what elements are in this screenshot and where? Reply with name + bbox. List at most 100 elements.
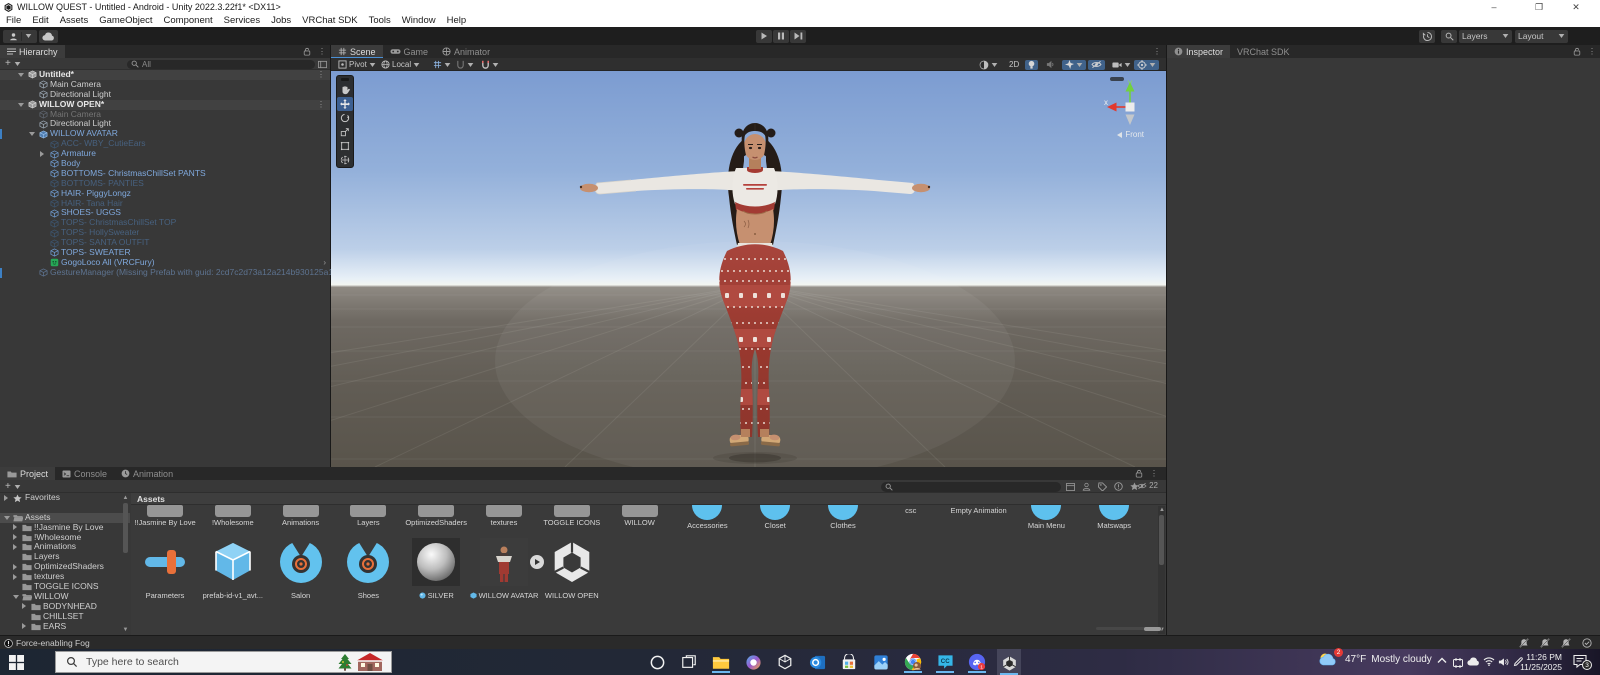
asset-item[interactable]: TOGGLE ICONS bbox=[538, 505, 606, 531]
asset-item[interactable]: Matswaps bbox=[1080, 505, 1148, 531]
hierarchy-row[interactable]: GestureManager (Missing Prefab with guid… bbox=[0, 268, 330, 278]
play-button[interactable] bbox=[756, 30, 772, 43]
asset-item[interactable]: Main Menu bbox=[1012, 505, 1080, 531]
app-chrome[interactable] bbox=[901, 651, 925, 673]
snap-magnet-button[interactable] bbox=[478, 60, 502, 70]
asset-item[interactable]: SILVER bbox=[402, 537, 470, 609]
rect-tool[interactable] bbox=[337, 139, 353, 153]
status-message[interactable]: Force-enabling Fog bbox=[16, 638, 90, 648]
project-tree-row[interactable]: EARS bbox=[0, 622, 130, 632]
cloud-button[interactable] bbox=[39, 30, 58, 43]
project-tree-row[interactable] bbox=[0, 503, 130, 513]
hierarchy-row[interactable]: Armature bbox=[0, 149, 330, 159]
grid-snapping-button[interactable] bbox=[430, 60, 454, 70]
app-closed-captions[interactable]: CC bbox=[933, 651, 957, 673]
mute-2-icon[interactable] bbox=[1540, 638, 1550, 648]
hierarchy-row[interactable]: BOTTOMS- ChristmasChillSet PANTS bbox=[0, 169, 330, 179]
tree-arrow-icon[interactable] bbox=[22, 603, 26, 609]
app-discord[interactable]: 1 bbox=[965, 651, 989, 673]
row-kebab-icon[interactable]: ⋮ bbox=[317, 70, 325, 79]
tree-arrow-icon[interactable] bbox=[22, 623, 26, 629]
create-caret-icon[interactable] bbox=[14, 62, 21, 66]
menu-gameobject[interactable]: GameObject bbox=[99, 15, 152, 26]
lighting-toggle[interactable] bbox=[1025, 60, 1038, 70]
app-photos[interactable] bbox=[869, 651, 893, 673]
local-dropdown[interactable]: Local bbox=[378, 60, 423, 70]
component-gizmo-dropdown[interactable] bbox=[1134, 60, 1159, 70]
start-button[interactable] bbox=[4, 651, 28, 673]
camera-dropdown[interactable] bbox=[1109, 60, 1134, 70]
weather-widget[interactable]: 2 47°F Mostly cloudy bbox=[1318, 651, 1432, 668]
transform-tool[interactable] bbox=[337, 153, 353, 167]
assets-scrollbar[interactable]: ▲▼ bbox=[1158, 506, 1165, 634]
tray-chevron-up[interactable] bbox=[1437, 657, 1447, 664]
expand-arrow-icon[interactable] bbox=[18, 73, 24, 77]
asset-item[interactable]: prefab-id-v1_avt... bbox=[199, 537, 267, 609]
tree-arrow-icon[interactable] bbox=[13, 544, 17, 550]
tree-arrow-icon[interactable] bbox=[13, 595, 19, 599]
asset-item[interactable]: Closet bbox=[741, 505, 809, 531]
asset-item[interactable]: Parameters bbox=[131, 537, 199, 609]
expand-arrow-icon[interactable] bbox=[29, 132, 35, 136]
asset-item[interactable]: WILLOW AVATAR bbox=[470, 537, 538, 609]
project-kebab-icon[interactable]: ⋮ bbox=[1150, 469, 1158, 478]
tree-arrow-icon[interactable] bbox=[13, 524, 17, 530]
tab-animator[interactable]: Animator bbox=[435, 45, 497, 58]
asset-item[interactable]: WILLOW bbox=[606, 505, 674, 531]
tab-inspector[interactable]: Inspector bbox=[1167, 45, 1230, 58]
asset-item[interactable]: Empty Animation bbox=[945, 505, 1013, 531]
tree-arrow-icon[interactable] bbox=[13, 564, 17, 570]
tree-arrow-icon[interactable] bbox=[13, 534, 17, 540]
tab-hierarchy[interactable]: Hierarchy bbox=[0, 45, 65, 58]
app-widgets[interactable] bbox=[773, 651, 797, 673]
project-tree-row[interactable]: Favorites bbox=[0, 493, 130, 503]
mode-2d-button[interactable]: 2D bbox=[1006, 60, 1022, 70]
menu-tools[interactable]: Tools bbox=[369, 15, 391, 26]
menu-file[interactable]: File bbox=[6, 15, 21, 26]
menu-services[interactable]: Services bbox=[224, 15, 260, 26]
maximize-button[interactable]: ❐ bbox=[1531, 1, 1547, 13]
mute-1-icon[interactable] bbox=[1519, 638, 1529, 648]
tab-animation[interactable]: Animation bbox=[114, 467, 180, 480]
scene-kebab-icon[interactable]: ⋮ bbox=[1153, 47, 1161, 56]
hierarchy-filter-icon[interactable] bbox=[318, 60, 327, 69]
filter-log-icon[interactable] bbox=[1114, 482, 1123, 491]
tray-board[interactable] bbox=[1452, 657, 1464, 669]
app-store[interactable] bbox=[837, 651, 861, 673]
rotate-tool[interactable] bbox=[337, 111, 353, 125]
inspector-kebab-icon[interactable]: ⋮ bbox=[1588, 47, 1596, 56]
mute-3-icon[interactable] bbox=[1561, 638, 1571, 648]
app-cortana[interactable] bbox=[645, 651, 669, 673]
asset-item[interactable]: textures bbox=[470, 505, 538, 531]
hierarchy-search-input[interactable]: All bbox=[127, 60, 315, 70]
shading-mode-dropdown[interactable] bbox=[976, 60, 1001, 70]
menu-jobs[interactable]: Jobs bbox=[271, 15, 291, 26]
layout-dropdown[interactable]: Layout bbox=[1515, 30, 1568, 43]
tray-speaker[interactable] bbox=[1498, 657, 1509, 667]
pivot-dropdown[interactable]: Pivot bbox=[335, 60, 379, 70]
app-file-explorer[interactable] bbox=[709, 651, 733, 673]
hierarchy-row[interactable]: HAIR- Tana Hair bbox=[0, 199, 330, 209]
audio-toggle[interactable] bbox=[1043, 60, 1058, 70]
hierarchy-row[interactable]: HAIR- PiggyLongz bbox=[0, 189, 330, 199]
toolstrip-handle[interactable] bbox=[337, 76, 353, 83]
asset-item[interactable]: Layers bbox=[334, 505, 402, 531]
hierarchy-row[interactable]: ACC- WBY_CutieEars bbox=[0, 139, 330, 149]
menu-edit[interactable]: Edit bbox=[32, 15, 48, 26]
menu-window[interactable]: Window bbox=[402, 15, 436, 26]
app-copilot[interactable] bbox=[741, 651, 765, 673]
undo-history-button[interactable] bbox=[1419, 30, 1435, 43]
minimize-button[interactable]: – bbox=[1486, 1, 1502, 13]
hierarchy-row[interactable]: BOTTOMS- PANTIES bbox=[0, 179, 330, 189]
app-unity[interactable] bbox=[997, 649, 1021, 675]
expand-arrow-icon[interactable] bbox=[18, 103, 24, 107]
filter-person-icon[interactable] bbox=[1082, 482, 1091, 491]
asset-item[interactable]: Shoes bbox=[334, 537, 402, 609]
zoom-slider[interactable] bbox=[1096, 627, 1162, 630]
hierarchy-row[interactable]: TOPS- HollySweater bbox=[0, 228, 330, 238]
expand-arrow-icon[interactable] bbox=[40, 151, 44, 157]
zoom-slider-thumb[interactable] bbox=[1144, 627, 1161, 631]
status-check-icon[interactable] bbox=[1582, 638, 1592, 648]
asset-item[interactable]: OptimizedShaders bbox=[402, 505, 470, 531]
layers-dropdown[interactable]: Layers bbox=[1459, 30, 1512, 43]
